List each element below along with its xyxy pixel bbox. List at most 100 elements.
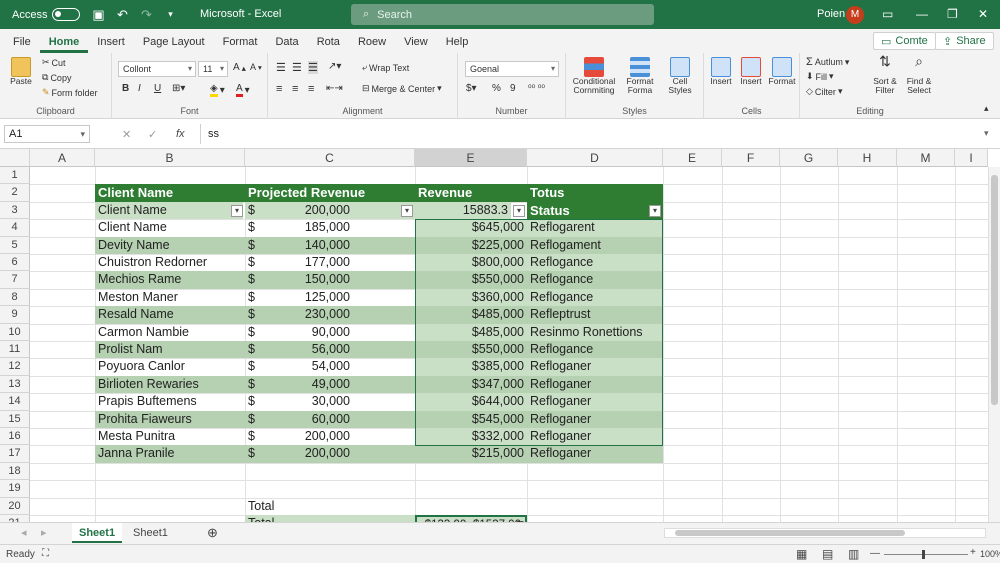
orientation-icon[interactable]: ↗▾	[328, 61, 341, 72]
undo-icon[interactable]: ↶	[110, 7, 134, 23]
row-header-2[interactable]: 2	[0, 184, 30, 202]
autosum-button[interactable]: Σ Autlum ▾	[806, 56, 849, 68]
border-icon[interactable]: ⊞▾	[172, 83, 185, 94]
projected-revenue-cell[interactable]: 49,000	[245, 376, 353, 393]
filter-dropdown-icon[interactable]: ▾	[649, 204, 661, 217]
close-icon[interactable]: ✕	[978, 7, 988, 21]
page-break-icon[interactable]: ▥	[848, 547, 859, 561]
font-name-select[interactable]: Collont	[118, 61, 196, 77]
format-cells-button[interactable]: Format	[766, 57, 798, 86]
collapse-ribbon-icon[interactable]: ▴	[984, 103, 989, 114]
normal-view-icon[interactable]: ▦	[796, 547, 807, 561]
align-right-icon[interactable]: ≡	[308, 83, 314, 95]
row-header-18[interactable]: 18	[0, 462, 30, 481]
redo-icon[interactable]: ↷	[134, 7, 158, 23]
vertical-scrollbar[interactable]	[988, 167, 1000, 522]
tab-view[interactable]: View	[395, 36, 437, 53]
tab-roew[interactable]: Roew	[349, 36, 395, 53]
projected-revenue-cell[interactable]: 60,000	[245, 411, 353, 428]
accessibility-icon[interactable]: ⛶	[42, 548, 49, 559]
header-cell-projected-revenue[interactable]: Projected Revenue	[245, 184, 415, 202]
column-header-e[interactable]: E	[663, 149, 722, 167]
save-icon[interactable]: ▣	[86, 7, 110, 23]
row-header-7[interactable]: 7	[0, 271, 30, 289]
underline-button[interactable]: U	[154, 83, 161, 94]
row-header-5[interactable]: 5	[0, 236, 30, 254]
avatar[interactable]: M	[846, 6, 864, 24]
font-color-icon[interactable]: A ▾	[236, 83, 250, 97]
select-all-corner[interactable]	[0, 149, 30, 167]
column-header-m[interactable]: M	[897, 149, 955, 167]
comments-button[interactable]: ▭ Comte	[873, 32, 936, 50]
sheet-tab-active[interactable]: Sheet1	[72, 523, 123, 543]
zoom-in-icon[interactable]: +	[970, 547, 976, 558]
row-header-4[interactable]: 4	[0, 219, 30, 237]
page-layout-icon[interactable]: ▤	[822, 547, 833, 561]
zoom-slider[interactable]	[884, 550, 968, 559]
column-header-c[interactable]: C	[245, 149, 415, 167]
total-label-cell[interactable]: Total	[245, 515, 415, 522]
row-header-20[interactable]: 20	[0, 497, 30, 515]
row-header-21[interactable]: 21	[0, 515, 30, 522]
cancel-icon[interactable]: ✕	[122, 128, 131, 141]
client-name-cell[interactable]: Poyuora Canlor	[95, 358, 245, 375]
row-header-19[interactable]: 19	[0, 480, 30, 498]
projected-revenue-cell[interactable]: 54,000	[245, 358, 353, 375]
tab-data[interactable]: Data	[266, 36, 307, 53]
scroll-right-icon[interactable]: ▸	[34, 523, 54, 543]
zoom-slider-thumb[interactable]	[922, 550, 925, 559]
subheader-cell-value[interactable]: 200,000	[245, 202, 353, 219]
client-name-cell[interactable]: Client Name	[95, 219, 245, 236]
projected-revenue-cell[interactable]: 230,000	[245, 306, 353, 323]
client-name-cell[interactable]: Resald Name	[95, 306, 245, 324]
clear-button[interactable]: ◇ Cilter ▾	[806, 86, 842, 97]
percent-button[interactable]: %	[492, 83, 501, 94]
total-label-cell[interactable]: Total	[245, 498, 415, 515]
format-as-table-button[interactable]: Format Forma	[622, 57, 658, 95]
share-button[interactable]: ⇪ Share	[935, 32, 994, 50]
autosave-control[interactable]: Access	[12, 8, 81, 21]
cell-styles-button[interactable]: Cell Styles	[662, 57, 698, 95]
projected-revenue-cell[interactable]: 177,000	[245, 254, 353, 271]
row-header-15[interactable]: 15	[0, 410, 30, 428]
sort-filter-button[interactable]: ⇅ Sort & Filter	[870, 54, 900, 95]
client-name-cell[interactable]: Carmon Nambie	[95, 324, 245, 341]
column-header-h[interactable]: H	[838, 149, 897, 167]
client-name-cell[interactable]: Meston Maner	[95, 289, 245, 306]
sheet-tab[interactable]: Sheet1	[126, 523, 175, 543]
projected-revenue-cell[interactable]: 200,000	[245, 428, 353, 445]
projected-revenue-cell[interactable]: 125,000	[245, 289, 353, 306]
align-center-icon[interactable]: ≡	[292, 83, 298, 95]
add-sheet-icon[interactable]: ⊕	[200, 523, 225, 543]
format-painter-button[interactable]: ✎ Form folder	[42, 87, 98, 98]
client-name-cell[interactable]: Prolist Nam	[95, 341, 245, 359]
copy-button[interactable]: ⧉ Copy	[42, 72, 71, 83]
middle-align-icon[interactable]: ☰	[292, 61, 302, 74]
worksheet-grid[interactable]: ABCEDEFGHMI 1 2 3 4 5 6 7 8 9 10 11 12 13 14 15 16 17 18 1…	[0, 149, 1000, 522]
minimize-icon[interactable]: —	[916, 7, 928, 21]
column-header-d[interactable]: D	[527, 149, 663, 167]
bottom-align-icon[interactable]: ☰	[308, 61, 318, 74]
filter-dropdown-icon[interactable]: ▾	[231, 204, 243, 217]
paste-button[interactable]: Paste	[6, 57, 36, 86]
tab-format[interactable]: Format	[214, 36, 267, 53]
wrap-text-button[interactable]: ⤶ Wrap Text	[362, 62, 409, 73]
tab-page-layout[interactable]: Page Layout	[134, 36, 214, 53]
zoom-out-icon[interactable]: —	[870, 548, 880, 559]
column-header-g[interactable]: G	[780, 149, 838, 167]
header-cell-client-name[interactable]: Client Name	[95, 184, 245, 202]
row-header-6[interactable]: 6	[0, 254, 30, 272]
conditional-formatting-button[interactable]: Conditional Cornmiting	[570, 57, 618, 95]
row-header-8[interactable]: 8	[0, 288, 30, 307]
header-cell-totus[interactable]: Totus	[527, 184, 663, 202]
name-box[interactable]: A1	[4, 125, 90, 143]
number-format-select[interactable]: Goenal	[465, 61, 559, 77]
projected-revenue-cell[interactable]: 150,000	[245, 271, 353, 288]
bold-button[interactable]: B	[122, 83, 129, 94]
row-header-12[interactable]: 12	[0, 358, 30, 376]
client-name-cell[interactable]: Mechios Rame	[95, 271, 245, 289]
tab-file[interactable]: File	[4, 36, 40, 53]
horizontal-scrollbar[interactable]	[664, 528, 986, 538]
scroll-left-icon[interactable]: ◂	[14, 523, 34, 543]
merge-center-button[interactable]: ⊟ Merge & Center ▾	[362, 83, 442, 94]
